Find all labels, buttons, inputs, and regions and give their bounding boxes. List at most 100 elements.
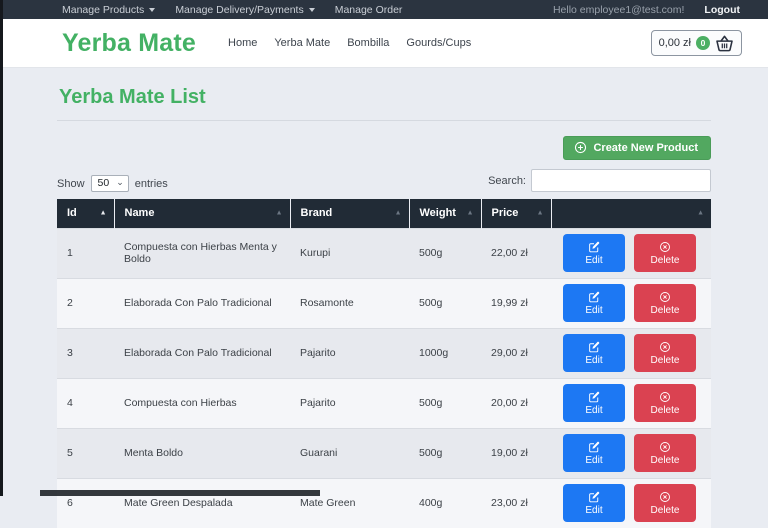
sort-icon: ▲ (467, 210, 474, 217)
table-row: 6 Mate Green Despalada Mate Green 400g 2… (57, 478, 711, 528)
nav-home[interactable]: Home (228, 37, 257, 49)
delete-label: Delete (651, 355, 680, 366)
products-table: Id ▲ Name ▲ Brand ▲ Weight ▲ Price ▲ (57, 199, 711, 528)
divider (57, 120, 711, 121)
search-label: Search: (488, 175, 526, 187)
cart-button[interactable]: 0,00 zł 0 (651, 30, 742, 56)
chevron-down-icon (149, 8, 155, 12)
column-header-price[interactable]: Price ▲ (481, 199, 551, 228)
edit-button[interactable]: Edit (563, 234, 625, 272)
edit-label: Edit (585, 255, 602, 266)
cell-weight: 1000g (409, 328, 481, 378)
create-new-product-label: Create New Product (593, 142, 698, 154)
cell-price: 20,00 zł (481, 378, 551, 428)
cell-id: 4 (57, 378, 114, 428)
admin-navbar: Manage Products Manage Delivery/Payments… (0, 0, 768, 19)
cell-actions: Edit Delete (551, 428, 711, 478)
cell-actions: Edit Delete (551, 378, 711, 428)
cell-weight: 500g (409, 428, 481, 478)
nav-manage-order-label: Manage Order (335, 4, 403, 16)
delete-button[interactable]: Delete (634, 484, 696, 522)
nav-manage-products-label: Manage Products (62, 4, 144, 16)
brand-logo[interactable]: Yerba Mate (62, 29, 196, 58)
edit-label: Edit (585, 455, 602, 466)
nav-manage-order[interactable]: Manage Order (335, 4, 403, 16)
pencil-square-icon (588, 241, 600, 253)
show-entries-control: Show 50 ⌄ entries (57, 175, 168, 192)
pencil-square-icon (588, 441, 600, 453)
logout-link[interactable]: Logout (704, 4, 740, 16)
edit-button[interactable]: Edit (563, 484, 625, 522)
nav-bombilla[interactable]: Bombilla (347, 37, 389, 49)
cell-price: 19,00 zł (481, 428, 551, 478)
delete-button[interactable]: Delete (634, 334, 696, 372)
create-new-product-button[interactable]: Create New Product (563, 136, 711, 160)
chevron-down-icon (309, 8, 315, 12)
cart-count-badge: 0 (696, 36, 710, 50)
nav-manage-delivery-payments-label: Manage Delivery/Payments (175, 4, 303, 16)
entries-select[interactable]: 50 ⌄ (91, 175, 129, 192)
cell-name: Compuesta con Hierbas (114, 378, 290, 428)
column-header-id[interactable]: Id ▲ (57, 199, 114, 228)
edit-button[interactable]: Edit (563, 284, 625, 322)
sort-icon: ▲ (395, 210, 402, 217)
cell-price: 29,00 zł (481, 328, 551, 378)
nav-manage-products[interactable]: Manage Products (62, 4, 155, 16)
delete-button[interactable]: Delete (634, 384, 696, 422)
table-header-row: Id ▲ Name ▲ Brand ▲ Weight ▲ Price ▲ (57, 199, 711, 228)
cell-actions: Edit Delete (551, 478, 711, 528)
bottom-edge-artifact (40, 490, 320, 496)
search-input[interactable] (531, 169, 711, 192)
show-label: Show (57, 178, 85, 190)
cell-price: 22,00 zł (481, 228, 551, 278)
delete-button[interactable]: Delete (634, 284, 696, 322)
column-header-brand[interactable]: Brand ▲ (290, 199, 409, 228)
edit-button[interactable]: Edit (563, 384, 625, 422)
circle-x-icon (659, 291, 671, 303)
search-control: Search: (488, 169, 711, 192)
delete-label: Delete (651, 455, 680, 466)
edit-label: Edit (585, 305, 602, 316)
sort-icon: ▲ (537, 210, 544, 217)
edit-label: Edit (585, 505, 602, 516)
sort-asc-icon: ▲ (100, 210, 107, 217)
cell-name: Menta Boldo (114, 428, 290, 478)
cart-total: 0,00 zł (659, 37, 691, 49)
nav-yerba-mate[interactable]: Yerba Mate (274, 37, 330, 49)
cell-price: 23,00 zł (481, 478, 551, 528)
circle-x-icon (659, 391, 671, 403)
pencil-square-icon (588, 291, 600, 303)
sort-icon: ▲ (697, 210, 704, 217)
cell-name: Elaborada Con Palo Tradicional (114, 278, 290, 328)
cell-brand: Guarani (290, 428, 409, 478)
delete-label: Delete (651, 305, 680, 316)
circle-x-icon (659, 441, 671, 453)
column-header-name[interactable]: Name ▲ (114, 199, 290, 228)
main-content: Yerba Mate List Create New Product Show … (0, 68, 768, 528)
cell-brand: Pajarito (290, 378, 409, 428)
cell-id: 2 (57, 278, 114, 328)
cell-weight: 500g (409, 278, 481, 328)
edit-button[interactable]: Edit (563, 434, 625, 472)
edit-button[interactable]: Edit (563, 334, 625, 372)
table-row: 5 Menta Boldo Guarani 500g 19,00 zł Edit (57, 428, 711, 478)
nav-gourds-cups[interactable]: Gourds/Cups (406, 37, 471, 49)
store-header: Yerba Mate Home Yerba Mate Bombilla Gour… (0, 19, 768, 68)
edit-label: Edit (585, 405, 602, 416)
store-nav: Home Yerba Mate Bombilla Gourds/Cups (228, 37, 471, 49)
cell-name: Elaborada Con Palo Tradicional (114, 328, 290, 378)
entries-select-value: 50 (98, 177, 110, 189)
delete-button[interactable]: Delete (634, 434, 696, 472)
cell-name: Mate Green Despalada (114, 478, 290, 528)
window-edge (0, 0, 3, 496)
column-header-actions[interactable]: ▲ (551, 199, 711, 228)
pencil-square-icon (588, 341, 600, 353)
pencil-square-icon (588, 491, 600, 503)
table-row: 3 Elaborada Con Palo Tradicional Pajarit… (57, 328, 711, 378)
delete-button[interactable]: Delete (634, 234, 696, 272)
delete-label: Delete (651, 255, 680, 266)
nav-manage-delivery-payments[interactable]: Manage Delivery/Payments (175, 4, 314, 16)
cell-actions: Edit Delete (551, 228, 711, 278)
cell-actions: Edit Delete (551, 278, 711, 328)
column-header-weight[interactable]: Weight ▲ (409, 199, 481, 228)
